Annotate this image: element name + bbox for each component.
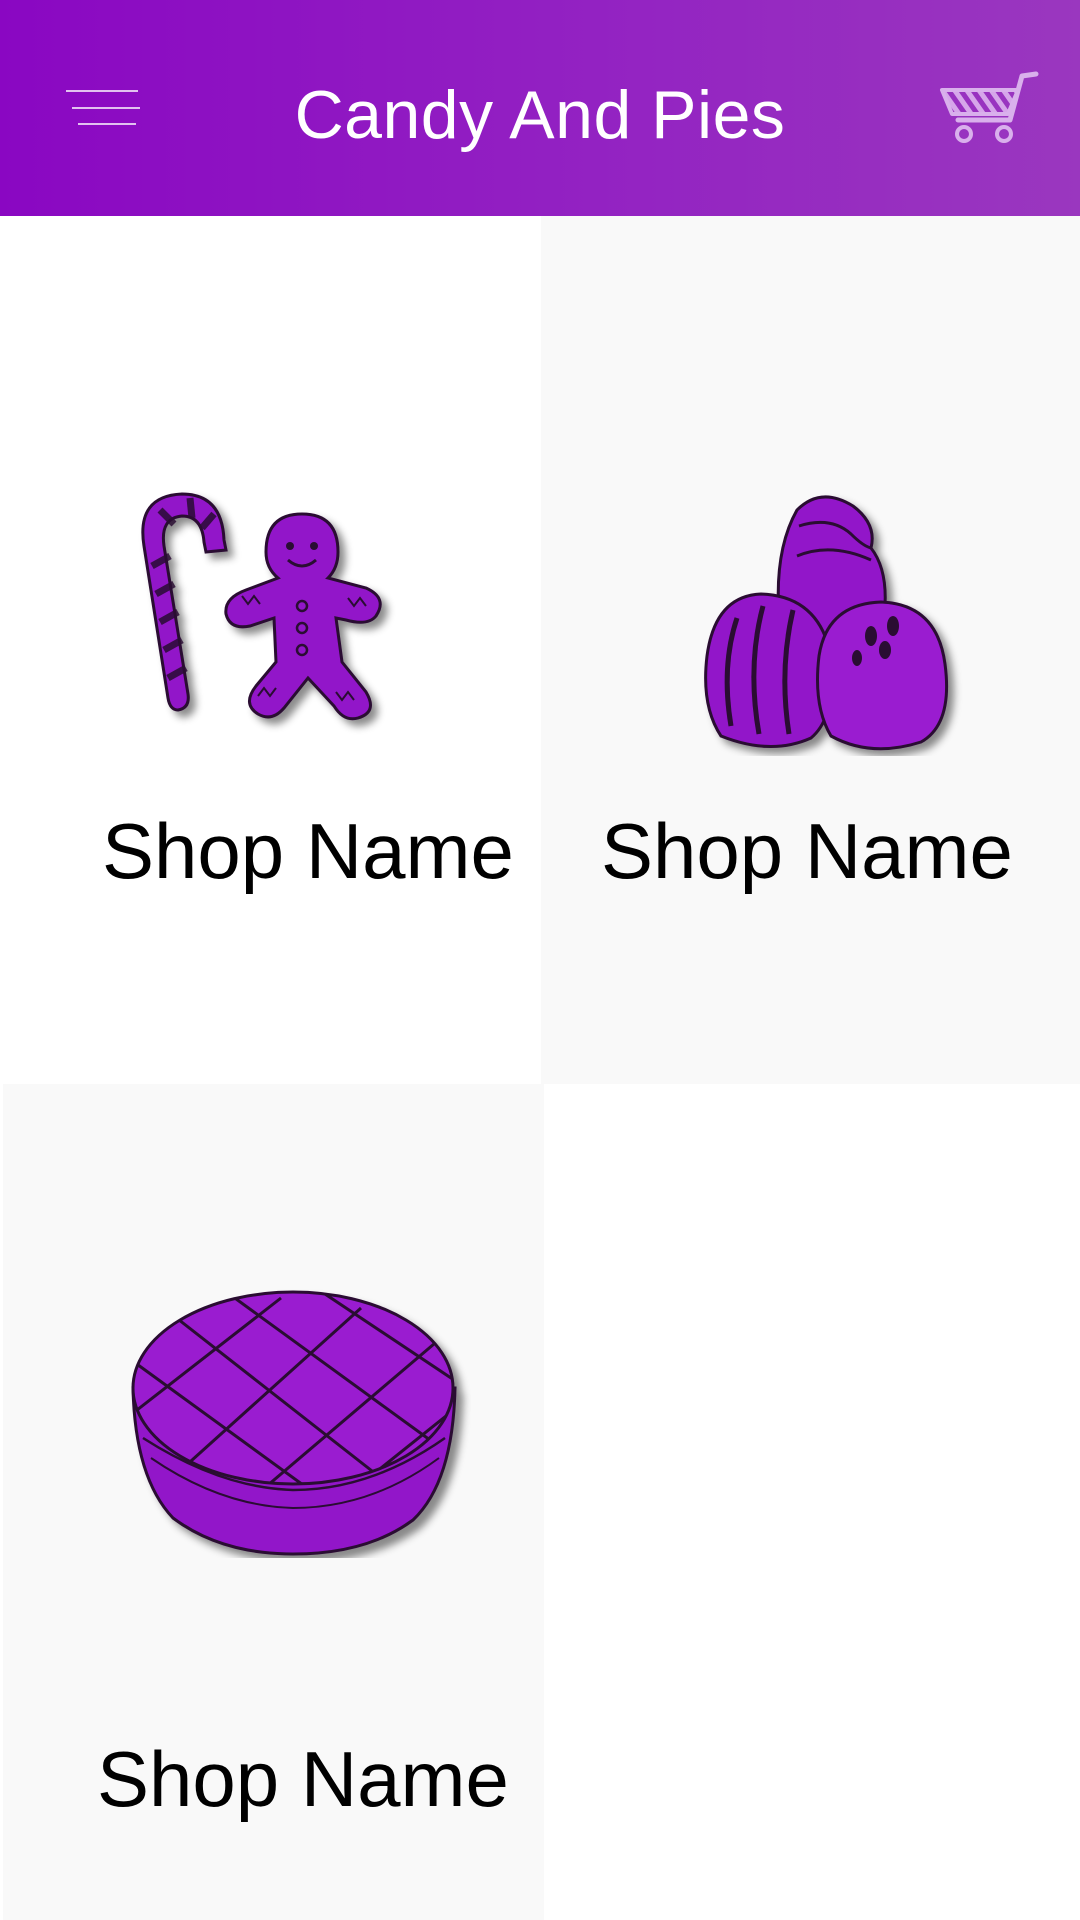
cart-button[interactable] bbox=[936, 68, 1040, 148]
shop-name-label: Shop Name bbox=[97, 1735, 509, 1823]
shop-tile[interactable]: Shop Name bbox=[0, 216, 541, 1084]
app-screen: Candy And Pies Shop Name Shop Name Shop … bbox=[0, 0, 1080, 1920]
menu-icon bbox=[66, 90, 140, 125]
candy-cane-gingerbread-icon bbox=[141, 492, 382, 721]
app-bar: Candy And Pies bbox=[0, 0, 1080, 216]
empty-tile bbox=[544, 1084, 1080, 1920]
shop-name-label: Shop Name bbox=[601, 807, 1013, 895]
chocolate-truffles-icon bbox=[704, 495, 949, 751]
shop-name-label: Shop Name bbox=[102, 807, 514, 895]
shop-tile[interactable]: Shop Name bbox=[541, 216, 1080, 1084]
app-title: Candy And Pies bbox=[294, 77, 786, 153]
shop-tile[interactable]: Shop Name bbox=[3, 1084, 544, 1920]
shop-grid: Shop Name Shop Name Shop Name bbox=[0, 216, 1080, 1920]
shopping-cart-icon bbox=[940, 71, 1039, 143]
menu-button[interactable] bbox=[60, 84, 144, 130]
lattice-pie-icon bbox=[131, 1290, 457, 1556]
